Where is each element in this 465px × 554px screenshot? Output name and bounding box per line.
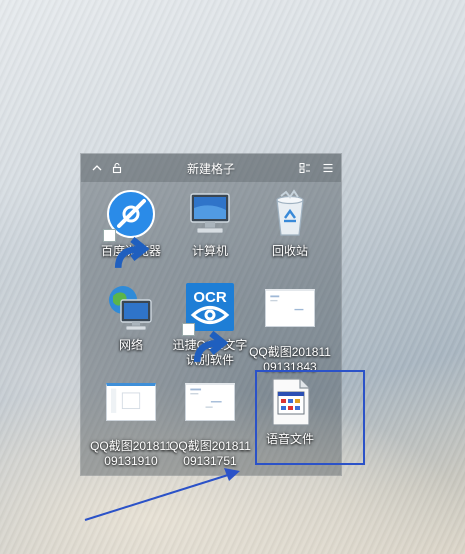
desktop-item-label: 回收站 (271, 244, 308, 258)
desktop-item-label: 计算机 (191, 244, 228, 258)
image-thumbnail-icon (184, 383, 236, 435)
view-toggle-icon[interactable] (298, 161, 312, 175)
highlight-annotation-box (255, 370, 365, 465)
desktop-item-baidu-browser[interactable]: 百度浏览器 (88, 188, 174, 269)
desktop-item-label: QQ截图20181109131910 (90, 439, 172, 468)
shortcut-arrow-icon (103, 229, 150, 269)
desktop-item-computer[interactable]: 计算机 (167, 188, 253, 259)
desktop-item-label: QQ截图20181109131751 (169, 439, 251, 468)
desktop-item-label: 网络 (118, 338, 143, 352)
ocr-icon-text: OCR (193, 289, 227, 306)
recycle-bin-icon (264, 188, 316, 240)
baidu-browser-icon (103, 188, 157, 269)
fence-header[interactable]: 新建格子 (81, 154, 341, 182)
shortcut-arrow-icon (182, 323, 229, 363)
desktop-item-ocr-app[interactable]: OCR 迅捷OCR文字识别软件 (167, 282, 253, 368)
menu-icon[interactable] (321, 161, 335, 175)
network-icon (105, 282, 157, 334)
desktop-item-qq-screenshot-1843[interactable]: QQ截图20181109131843 (247, 282, 333, 375)
image-thumbnail-icon (105, 383, 157, 435)
desktop-item-qq-screenshot-1910[interactable]: QQ截图20181109131910 (88, 376, 174, 469)
computer-icon (184, 188, 236, 240)
desktop-item-recycle-bin[interactable]: 回收站 (247, 188, 333, 259)
desktop-item-network[interactable]: 网络 (88, 282, 174, 353)
desktop-item-qq-screenshot-1751[interactable]: QQ截图20181109131751 (167, 376, 253, 469)
image-thumbnail-icon (264, 289, 316, 341)
ocr-app-icon: OCR (182, 282, 236, 363)
